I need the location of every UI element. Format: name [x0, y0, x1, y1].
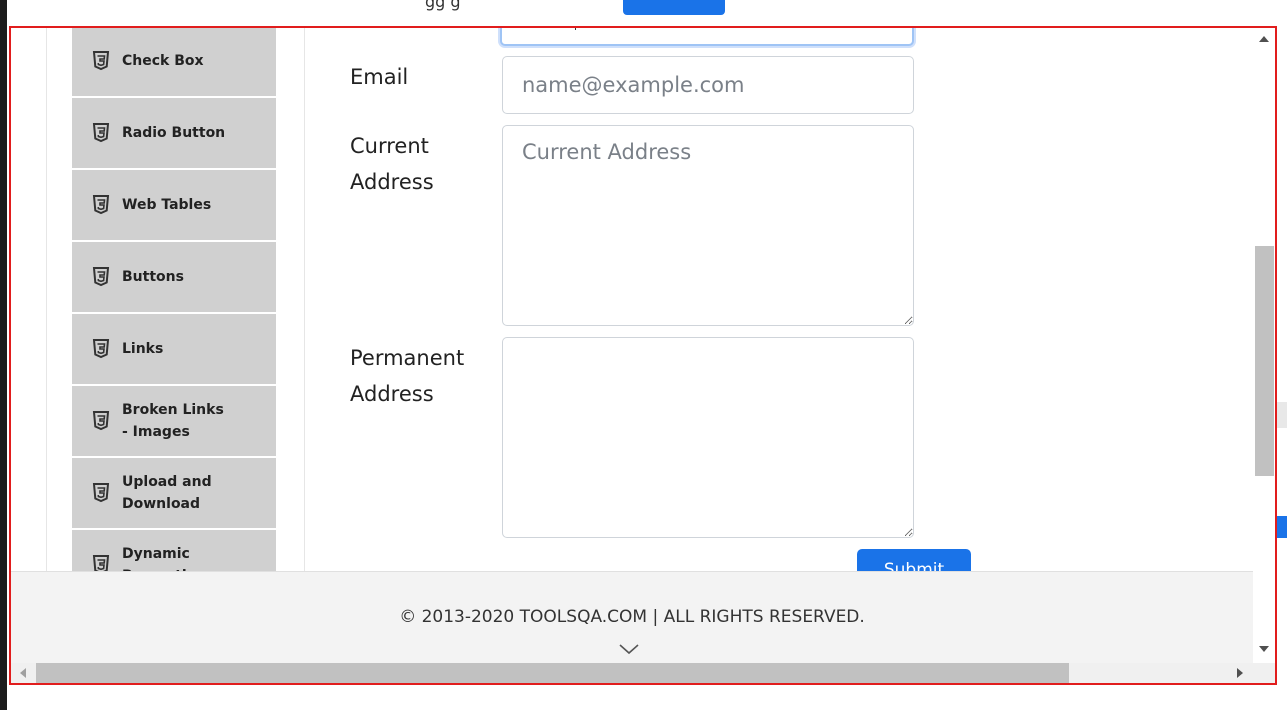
- background-peek-right: [1277, 26, 1287, 685]
- sidebar-item-dynamic-properties[interactable]: Dynamic Properties: [72, 529, 276, 571]
- partial-top-button[interactable]: [623, 0, 725, 15]
- html5-icon: [92, 267, 110, 287]
- page-viewport: Check Box Radio Button Web Tables Button…: [11, 28, 1253, 571]
- left-panel-border: [46, 28, 47, 571]
- page-footer: © 2013-2020 TOOLSQA.COM | ALL RIGHTS RES…: [11, 571, 1253, 663]
- html5-icon: [92, 411, 110, 431]
- text-caret: [575, 28, 576, 30]
- permanent-address-label: Permanent Address: [350, 346, 465, 406]
- sidebar-item-label: Radio Button: [122, 125, 226, 141]
- background-peek-button: [1277, 516, 1287, 538]
- html5-icon: [92, 195, 110, 215]
- sidebar-item-label: Check Box: [122, 53, 204, 69]
- sidebar-item-radio-button[interactable]: Radio Button: [72, 97, 276, 169]
- horizontal-scroll-thumb[interactable]: [36, 663, 1069, 683]
- page-top-strip: gg g: [7, 0, 1287, 26]
- html5-icon: [92, 51, 110, 71]
- html5-icon: [92, 555, 110, 571]
- html5-icon: [92, 483, 110, 503]
- scroll-left-arrow-icon[interactable]: [20, 668, 26, 678]
- vertical-scrollbar[interactable]: [1253, 28, 1275, 663]
- sidebar-item-label: Links: [122, 341, 164, 357]
- email-label: Email: [350, 65, 409, 89]
- sidebar-item-upload-download[interactable]: Upload and Download: [72, 457, 276, 529]
- html5-icon: [92, 123, 110, 143]
- sidebar-item-check-box[interactable]: Check Box: [72, 28, 276, 97]
- sidebar-item-broken-links[interactable]: Broken Links - Images: [72, 385, 276, 457]
- submit-button[interactable]: Submit: [857, 549, 971, 571]
- previous-input-field[interactable]: [500, 28, 914, 46]
- footer-copyright: © 2013-2020 TOOLSQA.COM | ALL RIGHTS RES…: [399, 607, 865, 627]
- bottom-strip: [68, 687, 1287, 710]
- sidebar-item-label: Broken Links - Images: [122, 402, 224, 440]
- sidebar-item-buttons[interactable]: Buttons: [72, 241, 276, 313]
- sidebar-item-links[interactable]: Links: [72, 313, 276, 385]
- background-peek-block: [1277, 402, 1287, 428]
- horizontal-scrollbar[interactable]: [11, 663, 1275, 683]
- partial-top-text: gg g: [425, 0, 461, 11]
- sidebar-item-label: Dynamic Properties: [122, 546, 205, 571]
- browser-frame: Check Box Radio Button Web Tables Button…: [9, 26, 1277, 685]
- chevron-down-icon[interactable]: [618, 642, 640, 656]
- scroll-down-arrow-icon[interactable]: [1259, 646, 1269, 652]
- scroll-right-arrow-icon[interactable]: [1237, 668, 1243, 678]
- sidebar: Check Box Radio Button Web Tables Button…: [72, 28, 276, 571]
- html5-icon: [92, 339, 110, 359]
- sidebar-item-label: Web Tables: [122, 197, 212, 213]
- sidebar-item-label: Buttons: [122, 269, 184, 285]
- permanent-address-field[interactable]: [502, 337, 914, 538]
- sidebar-item-label: Upload and Download: [122, 474, 212, 512]
- scroll-up-arrow-icon[interactable]: [1259, 36, 1269, 42]
- current-address-label: Current Address: [350, 134, 434, 194]
- sidebar-item-web-tables[interactable]: Web Tables: [72, 169, 276, 241]
- window-left-edge: [0, 0, 7, 710]
- vertical-scroll-thumb[interactable]: [1255, 246, 1274, 476]
- email-field[interactable]: [502, 56, 914, 114]
- sidebar-border: [304, 28, 305, 571]
- current-address-field[interactable]: [502, 125, 914, 326]
